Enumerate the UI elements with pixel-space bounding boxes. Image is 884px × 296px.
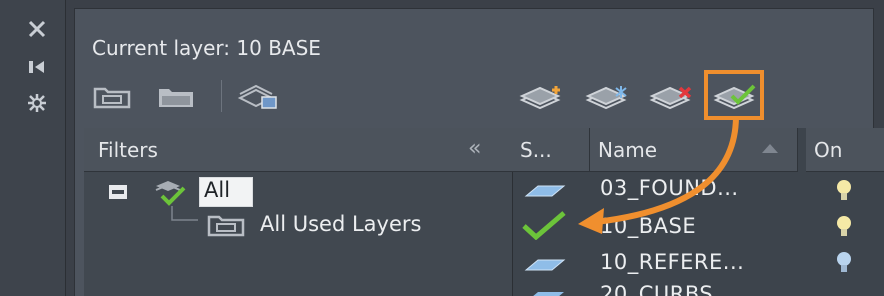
layer-name[interactable]: 20_CURBS [600,282,713,296]
layer-name[interactable]: 10_REFERE... [600,250,744,274]
filters-title: Filters [98,138,158,162]
new-property-filter-icon[interactable] [92,84,132,110]
new-layer-vp-frozen-icon[interactable] [582,82,632,112]
collapse-tree-icon[interactable] [108,184,130,202]
tree-item-all-used-layers[interactable]: All Used Layers [260,212,421,236]
toolbar-separator [221,80,222,112]
sort-ascending-icon [762,144,778,153]
new-group-filter-icon[interactable] [156,84,196,110]
lightbulb-on-icon[interactable] [834,214,854,240]
layer-status-icon[interactable] [522,288,568,296]
tree-connector [171,206,198,221]
callout-arrow [578,115,739,234]
used-layers-filter-icon [207,215,245,237]
tree-item-all[interactable]: All [204,178,230,202]
collapse-filters-button[interactable]: « [468,136,482,161]
layer-states-manager-icon[interactable] [236,84,280,110]
column-on[interactable]: On [806,128,884,172]
lightbulb-on-icon[interactable] [834,178,854,204]
close-icon[interactable] [24,16,50,42]
pin-icon[interactable] [24,54,50,80]
layer-status-icon[interactable] [522,256,568,274]
lightbulb-on-icon[interactable] [834,250,854,276]
delete-layer-icon[interactable] [646,82,696,112]
settings-icon[interactable] [24,90,50,116]
current-layer-label: Current layer: 10 BASE [92,36,321,60]
filter-all-icon [155,181,186,206]
new-layer-icon[interactable] [516,82,566,112]
layer-properties-manager: Current layer: 10 BASE Filters « All All… [0,0,884,296]
palette-title-strip [0,0,66,296]
